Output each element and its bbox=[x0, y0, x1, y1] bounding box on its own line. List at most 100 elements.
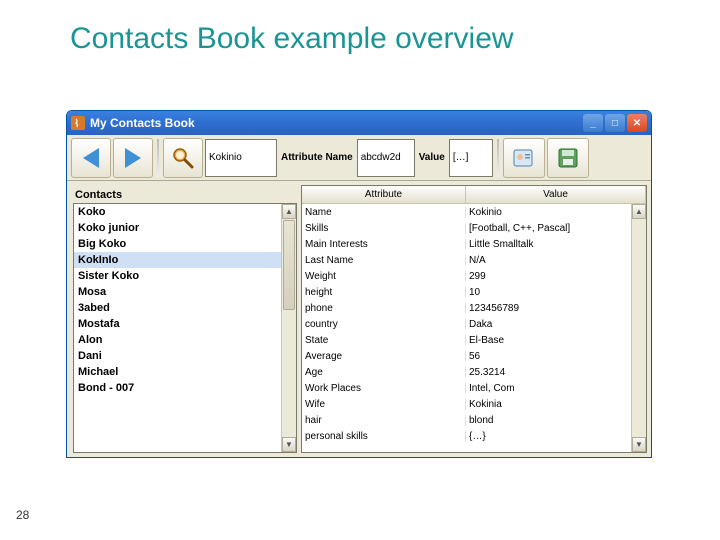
close-button[interactable]: ✕ bbox=[627, 114, 647, 132]
scroll-up-button[interactable]: ▲ bbox=[632, 204, 646, 219]
window-title: My Contacts Book bbox=[90, 116, 583, 130]
cell-attribute: Work Places bbox=[302, 383, 466, 394]
cell-value: 10 bbox=[466, 287, 646, 298]
list-item[interactable]: Michael bbox=[74, 364, 296, 380]
table-row[interactable]: hairblond bbox=[302, 412, 646, 428]
cell-attribute: hair bbox=[302, 415, 466, 426]
list-item[interactable]: Big Koko bbox=[74, 236, 296, 252]
table-row[interactable]: Last NameN/A bbox=[302, 252, 646, 268]
slide-title: Contacts Book example overview bbox=[70, 22, 514, 56]
cell-attribute: Skills bbox=[302, 223, 466, 234]
list-item[interactable]: 3abed bbox=[74, 300, 296, 316]
cell-value: N/A bbox=[466, 255, 646, 266]
table-header: Attribute Value bbox=[302, 186, 646, 204]
cell-attribute: Main Interests bbox=[302, 239, 466, 250]
cell-attribute: height bbox=[302, 287, 466, 298]
cell-value: [Football, C++, Pascal] bbox=[466, 223, 646, 234]
cell-value: {…} bbox=[466, 431, 646, 442]
list-item[interactable]: Koko junior bbox=[74, 220, 296, 236]
table-row[interactable]: Age25.3214 bbox=[302, 364, 646, 380]
cell-value: Little Smalltalk bbox=[466, 239, 646, 250]
separator bbox=[497, 139, 499, 177]
cell-attribute: personal skills bbox=[302, 431, 466, 442]
cell-attribute: Wife bbox=[302, 399, 466, 410]
cell-attribute: country bbox=[302, 319, 466, 330]
attribute-name-label: Attribute Name bbox=[281, 152, 353, 163]
cell-attribute: Average bbox=[302, 351, 466, 362]
cell-attribute: Weight bbox=[302, 271, 466, 282]
table-row[interactable]: personal skills{…} bbox=[302, 428, 646, 444]
cell-value: 123456789 bbox=[466, 303, 646, 314]
magnifier-icon bbox=[170, 145, 196, 171]
attribute-table[interactable]: Attribute Value NameKokinioSkills[Footba… bbox=[301, 185, 647, 453]
list-item[interactable]: Mosa bbox=[74, 284, 296, 300]
scrollbar-vertical[interactable]: ▲ ▼ bbox=[281, 204, 296, 452]
list-item[interactable]: KokInIo bbox=[74, 252, 296, 268]
cell-attribute: Last Name bbox=[302, 255, 466, 266]
table-row[interactable]: height10 bbox=[302, 284, 646, 300]
attribute-name-input[interactable]: abcdw2d bbox=[357, 139, 415, 177]
table-row[interactable]: Work PlacesIntel, Com bbox=[302, 380, 646, 396]
cell-value: 56 bbox=[466, 351, 646, 362]
scroll-thumb[interactable] bbox=[283, 220, 295, 310]
cell-value: Daka bbox=[466, 319, 646, 330]
attributes-pane: Attribute Value NameKokinioSkills[Footba… bbox=[299, 181, 651, 457]
table-row[interactable]: StateEl-Base bbox=[302, 332, 646, 348]
minimize-button[interactable]: _ bbox=[583, 114, 603, 132]
cell-attribute: Age bbox=[302, 367, 466, 378]
table-row[interactable]: countryDaka bbox=[302, 316, 646, 332]
contacts-header: Contacts bbox=[75, 189, 297, 201]
scrollbar-vertical[interactable]: ▲ ▼ bbox=[631, 204, 646, 452]
cell-value: Kokinio bbox=[466, 207, 646, 218]
value-label: Value bbox=[419, 152, 445, 163]
cell-value: 299 bbox=[466, 271, 646, 282]
scroll-down-button[interactable]: ▼ bbox=[632, 437, 646, 452]
search-button[interactable] bbox=[163, 138, 203, 178]
new-contact-icon bbox=[510, 144, 538, 172]
new-contact-button[interactable] bbox=[503, 138, 545, 178]
table-row[interactable]: Skills[Football, C++, Pascal] bbox=[302, 220, 646, 236]
list-item[interactable]: Bond - 007 bbox=[74, 380, 296, 396]
table-row[interactable]: Main InterestsLittle Smalltalk bbox=[302, 236, 646, 252]
cell-value: blond bbox=[466, 415, 646, 426]
list-item[interactable]: Mostafa bbox=[74, 316, 296, 332]
save-icon bbox=[554, 144, 582, 172]
cell-value: Kokinia bbox=[466, 399, 646, 410]
scroll-down-button[interactable]: ▼ bbox=[282, 437, 296, 452]
contacts-pane: Contacts KokoKoko juniorBig KokoKokInIoS… bbox=[67, 181, 299, 457]
cell-attribute: phone bbox=[302, 303, 466, 314]
value-input[interactable]: […] bbox=[449, 139, 493, 177]
arrow-right-icon bbox=[125, 148, 141, 168]
list-item[interactable]: Koko bbox=[74, 204, 296, 220]
toolbar: Kokinio Attribute Name abcdw2d Value […] bbox=[67, 135, 651, 181]
app-window: My Contacts Book _ □ ✕ Kokinio Attribute… bbox=[66, 110, 652, 458]
list-item[interactable]: Sister Koko bbox=[74, 268, 296, 284]
slide-number: 28 bbox=[16, 508, 29, 522]
cell-attribute: State bbox=[302, 335, 466, 346]
contact-list[interactable]: KokoKoko juniorBig KokoKokInIoSister Kok… bbox=[73, 203, 297, 453]
java-icon bbox=[71, 116, 85, 130]
content-area: Contacts KokoKoko juniorBig KokoKokInIoS… bbox=[67, 181, 651, 457]
cell-value: El-Base bbox=[466, 335, 646, 346]
back-button[interactable] bbox=[71, 138, 111, 178]
table-row[interactable]: Weight299 bbox=[302, 268, 646, 284]
col-attribute[interactable]: Attribute bbox=[302, 186, 466, 203]
table-row[interactable]: WifeKokinia bbox=[302, 396, 646, 412]
cell-attribute: Name bbox=[302, 207, 466, 218]
titlebar[interactable]: My Contacts Book _ □ ✕ bbox=[67, 111, 651, 135]
cell-value: Intel, Com bbox=[466, 383, 646, 394]
maximize-button[interactable]: □ bbox=[605, 114, 625, 132]
table-row[interactable]: phone123456789 bbox=[302, 300, 646, 316]
separator bbox=[157, 139, 159, 177]
name-input[interactable]: Kokinio bbox=[205, 139, 277, 177]
table-row[interactable]: Average56 bbox=[302, 348, 646, 364]
list-item[interactable]: Dani bbox=[74, 348, 296, 364]
col-value[interactable]: Value bbox=[466, 186, 646, 203]
arrow-left-icon bbox=[83, 148, 99, 168]
list-item[interactable]: Alon bbox=[74, 332, 296, 348]
scroll-up-button[interactable]: ▲ bbox=[282, 204, 296, 219]
table-row[interactable]: NameKokinio bbox=[302, 204, 646, 220]
forward-button[interactable] bbox=[113, 138, 153, 178]
cell-value: 25.3214 bbox=[466, 367, 646, 378]
save-button[interactable] bbox=[547, 138, 589, 178]
